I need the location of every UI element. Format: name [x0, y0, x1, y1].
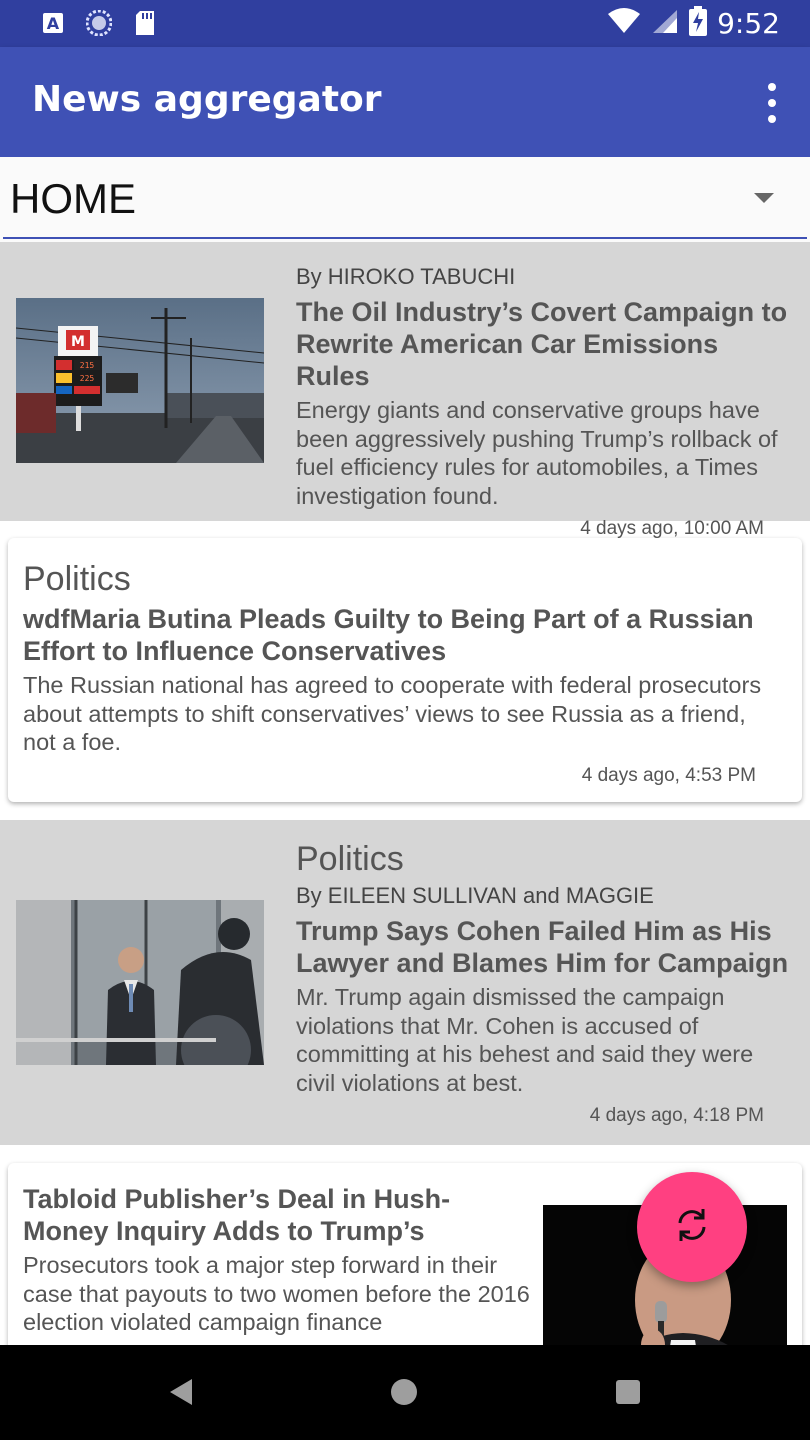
svg-text:215: 215 — [80, 361, 95, 370]
system-icons: 9:52 — [607, 6, 780, 40]
article-timestamp: 4 days ago, 10:00 AM — [580, 518, 764, 539]
gas-station-photo: M 215 225 — [16, 298, 264, 463]
wifi-icon — [607, 8, 641, 38]
article-summary: Energy giants and conservative groups ha… — [296, 397, 778, 509]
article-timestamp: 4 days ago, 4:18 PM — [589, 1105, 764, 1126]
section-spinner[interactable]: HOME — [0, 157, 810, 242]
app-title: News aggregator — [32, 79, 382, 120]
svg-text:A: A — [47, 14, 60, 33]
article-timestamp: 4 days ago, 4:53 PM — [581, 764, 756, 786]
article-byline: By HIROKO TABUCHI — [296, 264, 516, 289]
article-headline[interactable]: wdfMaria Butina Pleads Guilty to Being P… — [23, 603, 780, 667]
article-headline[interactable]: Trump Says Cohen Failed Him as His Lawye… — [296, 915, 792, 979]
article-item[interactable]: Politics By EILEEN SULLIVAN and MAGGIE T… — [0, 820, 810, 1145]
article-headline[interactable]: The Oil Industry’s Covert Campaign to Re… — [296, 296, 792, 392]
battery-charging-icon — [689, 6, 708, 40]
article-byline: By EILEEN SULLIVAN and MAGGIE — [296, 883, 654, 908]
navigation-bar — [0, 1345, 810, 1440]
svg-text:225: 225 — [80, 374, 95, 383]
article-card[interactable]: Politics wdfMaria Butina Pleads Guilty t… — [8, 538, 802, 802]
signal-icon — [651, 8, 679, 38]
article-item[interactable]: M 215 225 By HIROKO TABUCHI The Oil Indu… — [0, 242, 810, 539]
refresh-button[interactable] — [637, 1172, 747, 1282]
spinner-underline — [3, 237, 807, 239]
back-icon[interactable] — [168, 1378, 194, 1410]
overflow-menu-icon[interactable] — [762, 83, 782, 123]
home-icon[interactable] — [391, 1379, 417, 1405]
article-summary: Prosecutors took a major step forward in… — [23, 1252, 530, 1335]
svg-text:M: M — [71, 334, 85, 350]
man-in-doorway-photo — [16, 900, 264, 1065]
app-bar: News aggregator — [0, 47, 810, 157]
text-a-icon: A — [40, 10, 66, 36]
article-section: Politics — [296, 840, 404, 878]
article-summary: Mr. Trump again dismissed the campaign v… — [296, 984, 754, 1096]
sync-circle-icon — [86, 10, 112, 36]
refresh-icon — [672, 1205, 712, 1249]
dropdown-arrow-icon[interactable] — [754, 193, 774, 203]
sd-card-icon — [132, 10, 158, 36]
article-headline[interactable]: Tabloid Publisher’s Deal in Hush-Money I… — [23, 1183, 532, 1247]
spinner-selected-value: HOME — [10, 175, 136, 222]
article-section: Politics — [23, 560, 131, 598]
article-summary: The Russian national has agreed to coope… — [23, 672, 762, 755]
clock: 9:52 — [717, 6, 780, 40]
notification-icons: A — [40, 10, 158, 36]
status-bar: A 9:52 — [0, 0, 810, 47]
recents-icon[interactable] — [616, 1380, 640, 1404]
